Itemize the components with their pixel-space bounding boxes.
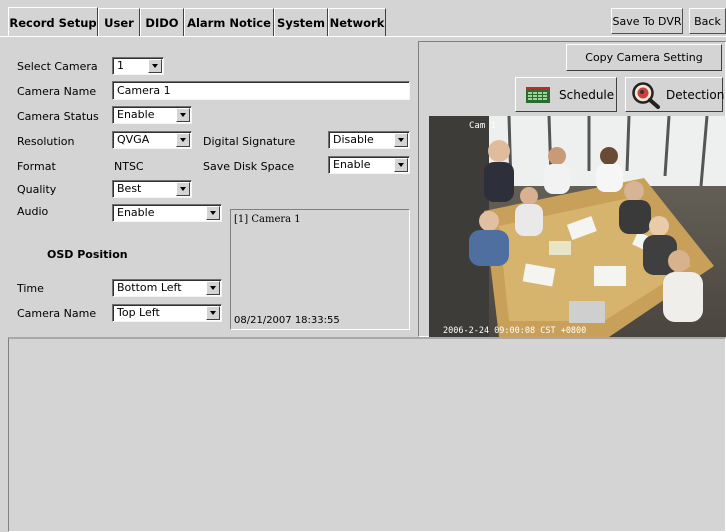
chevron-down-icon[interactable] xyxy=(394,133,408,147)
video-overlay-camera-label: Cam 1 xyxy=(469,121,496,131)
chevron-down-icon[interactable] xyxy=(148,59,162,73)
tab-user[interactable]: User xyxy=(98,8,140,36)
camera-name-label: Camera Name xyxy=(17,85,97,98)
save-disk-space-label: Save Disk Space xyxy=(203,160,295,173)
chevron-down-icon[interactable] xyxy=(206,306,220,320)
schedule-label: Schedule xyxy=(559,88,615,102)
resolution-label: Resolution xyxy=(17,135,75,148)
tab-record-setup[interactable]: Record Setup xyxy=(8,7,98,37)
osd-position-heading: OSD Position xyxy=(47,248,128,261)
save-to-dvr-button[interactable]: Save To DVR xyxy=(611,8,683,34)
detection-label: Detection xyxy=(666,88,725,102)
chevron-down-icon[interactable] xyxy=(176,133,190,147)
tab-dido[interactable]: DIDO xyxy=(140,8,184,36)
format-label: Format xyxy=(17,160,56,173)
tab-network[interactable]: Network xyxy=(328,8,386,36)
quality-value: Best xyxy=(117,182,142,195)
detection-magnifier-icon xyxy=(632,82,660,109)
osd-time-label: Time xyxy=(17,282,44,295)
chevron-down-icon[interactable] xyxy=(206,281,220,295)
schedule-button[interactable]: Schedule xyxy=(515,77,617,112)
calendar-grid-icon xyxy=(526,87,550,103)
save-disk-space-value: Enable xyxy=(333,158,371,171)
save-disk-space-dropdown[interactable]: Enable xyxy=(328,156,410,174)
select-camera-dropdown[interactable]: 1 xyxy=(112,57,164,75)
camera-status-label: Camera Status xyxy=(17,110,99,123)
tab-divider xyxy=(0,36,726,37)
quality-label: Quality xyxy=(17,183,57,196)
back-button[interactable]: Back xyxy=(689,8,726,34)
chevron-down-icon[interactable] xyxy=(394,158,408,172)
digital-signature-label: Digital Signature xyxy=(203,135,296,148)
audio-dropdown[interactable]: Enable xyxy=(112,204,222,222)
detection-button[interactable]: Detection xyxy=(625,77,725,112)
osd-preview-box: [1] Camera 1 08/21/2007 18:33:55 xyxy=(230,209,410,330)
resolution-dropdown[interactable]: QVGA xyxy=(112,131,192,149)
select-camera-label: Select Camera xyxy=(17,60,98,73)
digital-signature-value: Disable xyxy=(333,133,374,146)
digital-signature-dropdown[interactable]: Disable xyxy=(328,131,410,149)
tab-alarm-notice[interactable]: Alarm Notice xyxy=(184,8,274,36)
osd-camera-name-label: Camera Name xyxy=(17,307,97,320)
audio-value: Enable xyxy=(117,206,155,219)
select-camera-value: 1 xyxy=(117,59,124,72)
osd-preview-camera-text: [1] Camera 1 xyxy=(234,214,301,225)
video-overlay-timestamp: 2006-2-24 09:00:08 CST +0800 xyxy=(443,326,586,336)
chevron-down-icon[interactable] xyxy=(176,108,190,122)
camera-status-dropdown[interactable]: Enable xyxy=(112,106,192,124)
format-value: NTSC xyxy=(114,160,144,173)
camera-status-value: Enable xyxy=(117,108,155,121)
quality-dropdown[interactable]: Best xyxy=(112,180,192,198)
chevron-down-icon[interactable] xyxy=(206,206,220,220)
osd-preview-time-text: 08/21/2007 18:33:55 xyxy=(234,315,340,326)
osd-time-dropdown[interactable]: Bottom Left xyxy=(112,279,222,297)
chevron-down-icon[interactable] xyxy=(176,182,190,196)
camera-video-feed: Cam 1 2006-2-24 09:00:08 CST +0800 xyxy=(429,116,726,337)
tab-system[interactable]: System xyxy=(274,8,328,36)
resolution-value: QVGA xyxy=(117,133,150,146)
camera-name-input[interactable] xyxy=(112,81,410,100)
osd-camera-name-dropdown[interactable]: Top Left xyxy=(112,304,222,322)
copy-camera-setting-button[interactable]: Copy Camera Setting xyxy=(566,44,722,71)
osd-camera-name-value: Top Left xyxy=(117,306,160,319)
osd-time-value: Bottom Left xyxy=(117,281,182,294)
bottom-panel xyxy=(8,337,726,532)
audio-label: Audio xyxy=(17,205,49,218)
